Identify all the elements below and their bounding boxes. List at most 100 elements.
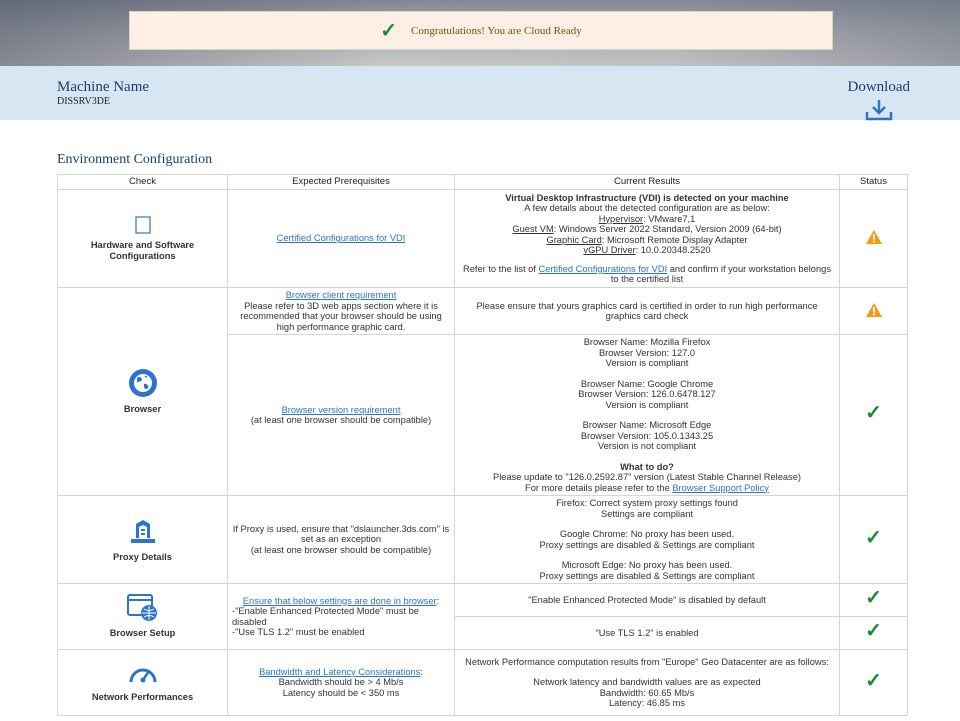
check-cell-hardware: Hardware and Software Configurations (57, 189, 228, 288)
check-icon: ✓ (865, 669, 882, 692)
firefox-name: Browser Name: Mozilla Firefox (583, 337, 711, 347)
vdi-intro: A few details about the detected configu… (524, 203, 770, 213)
table-header-row: Check Expected Prerequisites Current Res… (57, 174, 908, 190)
check-icon: ✓ (380, 19, 397, 42)
check-icon: ✓ (865, 526, 882, 549)
link-bandwidth-latency[interactable]: Bandwidth and Latency Considerations (259, 667, 420, 677)
machine-header: Machine Name DISSRV3DE Download (0, 66, 960, 122)
table-row-proxy: Proxy Details If Proxy is used, ensure t… (57, 495, 908, 584)
firefox-version: Browser Version: 127.0 (598, 347, 696, 358)
check-icon: ✓ (865, 402, 882, 425)
chrome-name: Browser Name: Google Chrome (580, 378, 714, 389)
prereq-cell-network: Bandwidth and Latency Considerations: Ba… (227, 649, 455, 716)
check-cell-network: Network Performances (57, 649, 228, 716)
network-result-latency: Latency: 46.85 ms (609, 698, 685, 708)
edge-name: Browser Name: Microsoft Edge (582, 420, 712, 430)
network-result-status: Network latency and bandwidth values are… (533, 677, 761, 687)
network-req-bandwidth: Bandwidth should be > 4 Mb/s (278, 677, 404, 688)
edge-version: Browser Version: 105.0.1343.25 (580, 430, 714, 441)
setup-req-epm: -"Enable Enhanced Protected Mode" must b… (232, 606, 419, 627)
prereq-cell-proxy: If Proxy is used, ensure that "dslaunche… (227, 495, 455, 584)
prereq-cell-browser-client: Browser client requirement Please refer … (227, 287, 455, 335)
table-row-browser-graphics: Browser Browser client requirement Pleas… (57, 287, 908, 496)
vgpu-line: vGPU Driver: 10.0.20348.2520 (583, 245, 711, 255)
status-cell-browser-graphics (839, 287, 908, 335)
environment-table: Check Expected Prerequisites Current Res… (57, 174, 908, 716)
browser-setup-icon (126, 594, 157, 622)
proxy-chrome-2: Proxy settings are disabled & Settings a… (539, 539, 755, 550)
setup-req-tls: -"Use TLS 1.2" must be enabled (232, 627, 365, 637)
check-name-network: Network Performances (91, 692, 194, 703)
link-browser-client-req[interactable]: Browser client requirement (286, 290, 397, 300)
col-header-status: Status (839, 174, 908, 190)
check-name-browser: Browser (123, 404, 162, 415)
col-header-prereq: Expected Prerequisites (227, 174, 455, 190)
vdi-heading: Virtual Desktop Infrastructure (VDI) is … (505, 192, 789, 203)
banner-message: Congratulations! You are Cloud Ready (410, 24, 582, 37)
status-cell-setup-tls: ✓ (839, 616, 908, 650)
browser-client-text: Please refer to 3D web apps section wher… (240, 300, 442, 332)
todo-text: Please update to "126.0.2592.87" version… (493, 472, 801, 482)
refer-line: Refer to the list of Certified Configura… (463, 263, 831, 285)
status-cell-browser-version: ✓ (839, 334, 908, 496)
proxy-building-icon (130, 520, 155, 544)
result-cell-setup-tls: "Use TLS 1.2" is enabled (454, 616, 840, 650)
globe-icon (128, 369, 157, 398)
link-browser-support-policy[interactable]: Browser Support Policy (672, 483, 769, 493)
network-req-latency: Latency should be < 350 ms (282, 687, 400, 698)
col-header-check: Check (57, 174, 228, 190)
firefox-state: Version is compliant (605, 358, 689, 368)
download-label: Download (847, 79, 911, 95)
status-cell-proxy: ✓ (839, 495, 908, 584)
hardware-icon (134, 216, 151, 234)
proxy-req: If Proxy is used, ensure that "dslaunche… (232, 523, 450, 545)
status-cell-setup-epm: ✓ (839, 583, 908, 617)
result-cell-browser-graphics: Please ensure that yours graphics card i… (454, 287, 840, 335)
prereq-cell-setup: Ensure that below settings are done in b… (227, 583, 455, 650)
proxy-firefox-2: Settings are compliant (601, 508, 693, 519)
link-certified-configs[interactable]: Certified Configurations for VDI (277, 233, 406, 243)
machine-name-title: Machine Name (57, 79, 150, 95)
check-cell-proxy: Proxy Details (57, 495, 228, 584)
section-title: Environment Configuration (57, 152, 213, 167)
check-icon: ✓ (865, 587, 882, 610)
col-header-results: Current Results (454, 174, 840, 190)
network-result-bandwidth: Bandwidth: 60.65 Mb/s (599, 687, 695, 698)
proxy-edge-1: Microsoft Edge: No proxy has been used. (561, 560, 733, 570)
machine-name-value: DISSRV3DE (57, 96, 111, 107)
network-result-intro: Network Performance computation results … (465, 656, 829, 667)
table-row-hardware: Hardware and Software Configurations Cer… (57, 189, 908, 288)
check-name-setup: Browser Setup (109, 628, 176, 639)
link-certified-configs-2[interactable]: Certified Configurations for VDI (538, 264, 667, 274)
guestvm-line: Guest VM: Windows Server 2022 Standard, … (512, 224, 782, 234)
cloud-ready-banner: ✓ Congratulations! You are Cloud Ready (129, 11, 833, 50)
status-cell-hardware (839, 189, 908, 288)
table-row-network: Network Performances Bandwidth and Laten… (57, 649, 908, 716)
hypervisor-line: Hypervisor: VMware7,1 (598, 213, 696, 224)
download-button[interactable]: Download (847, 79, 911, 122)
prereq-cell-browser-version: Browser version requirement (at least on… (227, 334, 455, 496)
chrome-state: Version is compliant (605, 399, 689, 410)
proxy-edge-2: Proxy settings are disabled & Settings a… (539, 570, 755, 581)
chrome-version: Browser Version: 126.0.6478.127 (578, 389, 716, 399)
check-name-hardware: Hardware and Software Configurations (90, 240, 195, 261)
proxy-req2: (at least one browser should be compatib… (250, 544, 432, 555)
download-icon (865, 100, 892, 121)
todo-title: What to do? (620, 461, 674, 472)
table-row-setup-epm: Browser Setup Ensure that below settings… (57, 583, 908, 650)
warning-icon (865, 302, 882, 317)
browser-version-text: (at least one browser should be compatib… (250, 415, 432, 425)
link-browser-settings[interactable]: Ensure that below settings are done in b… (243, 596, 437, 606)
status-cell-network: ✓ (839, 649, 908, 716)
proxy-chrome-1: Google Chrome: No proxy has been used. (559, 529, 735, 539)
proxy-firefox-1: Firefox: Correct system proxy settings f… (556, 498, 738, 508)
graphic-card-line: Graphic Card: Microsoft Remote Display A… (546, 234, 748, 245)
check-cell-browser: Browser (57, 287, 228, 496)
speedometer-icon (129, 668, 156, 683)
edge-state: Version is not compliant (597, 441, 697, 451)
link-browser-version-req[interactable]: Browser version requirement (282, 405, 401, 415)
result-cell-network: Network Performance computation results … (454, 649, 840, 716)
todo-more: For more details please refer to the Bro… (525, 482, 769, 493)
result-cell-setup-epm: "Enable Enhanced Protected Mode" is disa… (454, 583, 840, 617)
warning-icon (865, 230, 882, 245)
